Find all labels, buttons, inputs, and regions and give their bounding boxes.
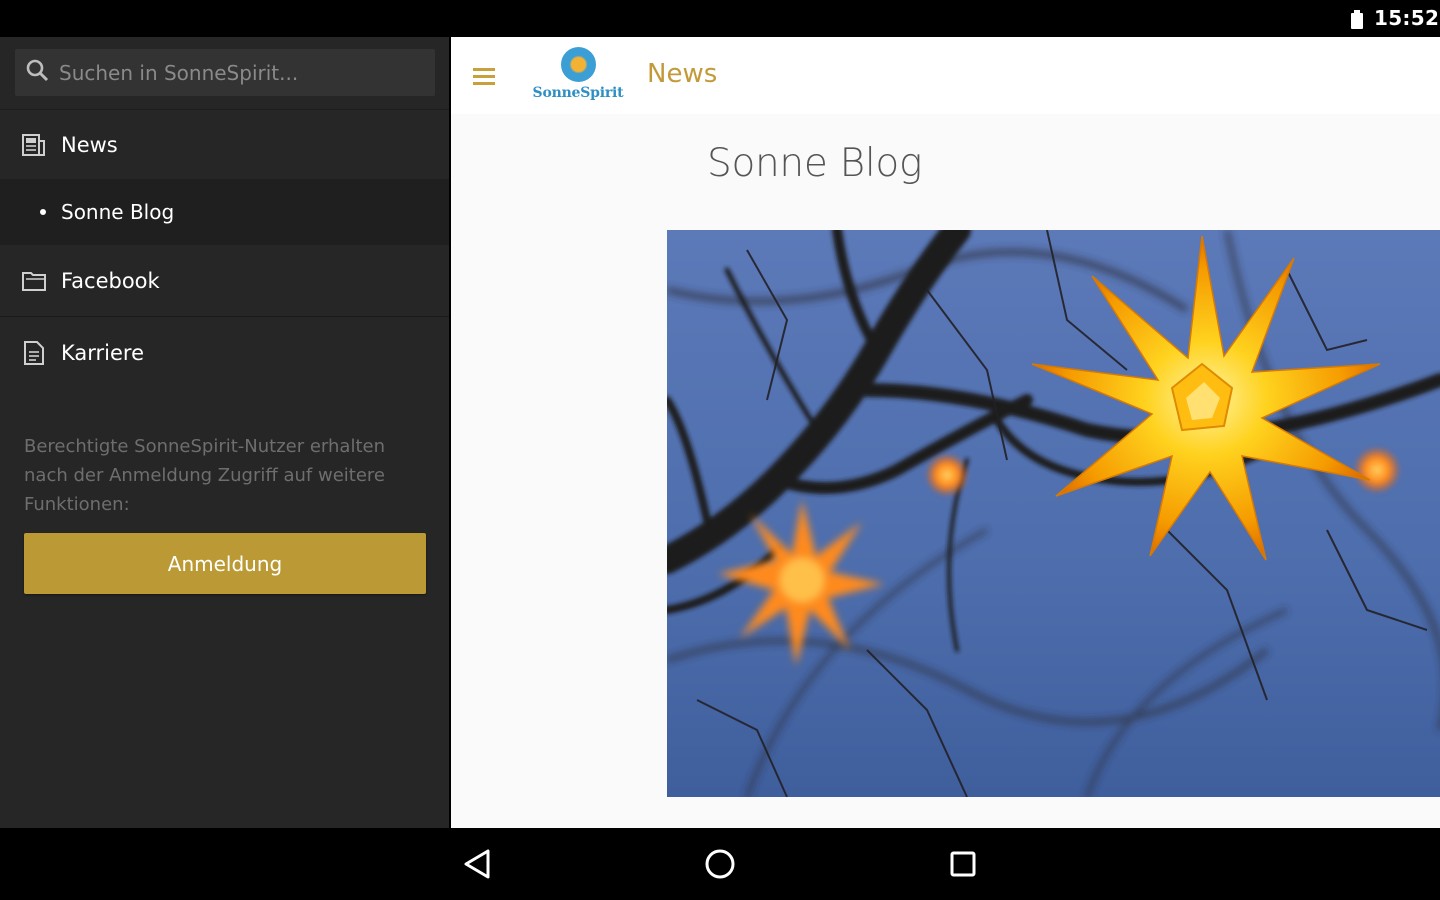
logo-wordmark: SonneSpirit xyxy=(532,85,624,101)
drawer-item-label: Sonne Blog xyxy=(61,200,175,224)
app-bar: SonneSpirit News xyxy=(451,37,1440,114)
bullet-icon xyxy=(40,209,46,215)
login-button[interactable]: Anmeldung xyxy=(24,533,426,594)
drawer-item-karriere[interactable]: Karriere xyxy=(0,318,449,388)
main-content: SonneSpirit News Sonne Blog xyxy=(451,37,1440,828)
status-bar: 15:52 xyxy=(0,0,1440,37)
app-bar-title: News xyxy=(647,59,718,89)
status-time: 15:52 xyxy=(1374,6,1440,30)
sun-logo-icon xyxy=(561,47,596,82)
search-box[interactable] xyxy=(15,49,435,96)
folder-icon xyxy=(22,271,46,291)
home-icon[interactable] xyxy=(702,846,738,882)
back-icon[interactable] xyxy=(460,846,496,882)
system-navigation-bar xyxy=(0,828,1440,900)
hamburger-menu-icon[interactable] xyxy=(471,66,497,86)
search-input[interactable] xyxy=(59,49,429,96)
document-icon xyxy=(24,341,44,365)
drawer-item-label: News xyxy=(61,132,118,157)
navigation-drawer: News Sonne Blog Facebook Karriere Berech… xyxy=(0,37,449,828)
news-icon xyxy=(22,133,45,156)
recents-icon[interactable] xyxy=(945,846,981,882)
login-info-text: Berechtigte SonneSpirit-Nutzer erhalten … xyxy=(24,436,386,515)
drawer-item-label: Facebook xyxy=(61,268,160,293)
blog-hero-image[interactable] xyxy=(667,230,1440,797)
sonnespirit-logo[interactable]: SonneSpirit xyxy=(525,45,631,109)
page-title: Sonne Blog xyxy=(707,141,923,186)
drawer-item-label: Karriere xyxy=(61,341,145,365)
drawer-item-facebook[interactable]: Facebook xyxy=(0,245,449,317)
drawer-item-sonne-blog[interactable]: Sonne Blog xyxy=(0,179,449,245)
battery-icon xyxy=(1351,10,1363,29)
drawer-item-news[interactable]: News xyxy=(0,109,449,179)
search-icon xyxy=(26,59,49,82)
